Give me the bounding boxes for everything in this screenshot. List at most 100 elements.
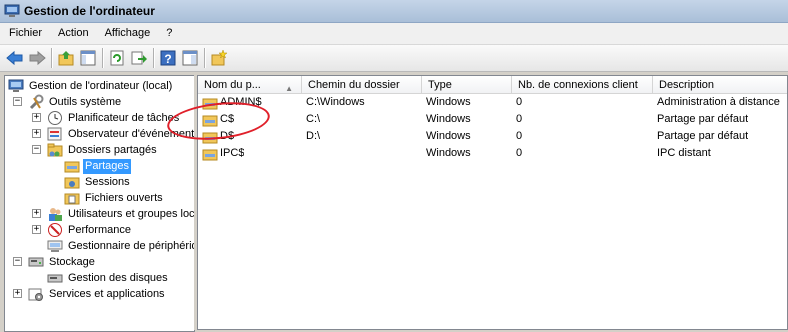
share-description: Administration à distance [657,96,780,108]
clock-icon [48,111,62,125]
share-icon [202,149,218,161]
tree-label: Stockage [49,255,95,268]
title-bar: Gestion de l'ordinateur [0,0,788,23]
tree-label: Fichiers ouverts [85,191,163,204]
tree-label-selected: Partages [83,158,132,174]
share-type: Windows [426,130,471,142]
forward-icon [29,50,46,66]
computer-management-icon [4,4,20,17]
share-connections: 0 [516,113,523,125]
tree-item-performance[interactable]: Performance [47,222,133,238]
tree-item-task-scheduler[interactable]: Planificateur de tâches [47,110,181,126]
tree-label: Sessions [85,175,130,188]
help-button[interactable]: ? [157,47,179,69]
svg-text:?: ? [164,52,171,66]
expand-toggle[interactable]: + [32,113,41,122]
column-header-connections[interactable]: Nb. de connexions client [512,76,653,94]
collapse-toggle[interactable]: − [32,145,41,154]
tree-label: Utilisateurs et groupes locaux [68,207,195,220]
tree-item-device-manager[interactable]: Gestionnaire de périphériques [47,238,194,254]
tree-label: Observateur d'événements [68,127,195,140]
event-viewer-icon [47,127,62,141]
tree-item-local-users[interactable]: Utilisateurs et groupes locaux [47,206,195,222]
menu-bar: Fichier Action Affichage ? [0,23,788,45]
help-icon: ? [160,50,176,66]
column-header-path[interactable]: Chemin du dossier [302,76,422,94]
refresh-icon [110,50,124,66]
new-share-button[interactable] [208,47,230,69]
share-name: ADMIN$ [220,96,262,108]
export-icon [131,51,147,65]
share-name: IPC$ [220,147,245,159]
menu-action[interactable]: Action [51,24,96,43]
tree-label: Services et applications [49,287,165,300]
toolbar-separator [204,48,205,68]
computer-management-icon [8,79,24,92]
export-button[interactable] [128,47,150,69]
tree-label: Gestionnaire de périphériques [68,239,194,252]
menu-fichier[interactable]: Fichier [2,24,49,43]
tree-item-shares[interactable]: Partages [64,158,132,174]
menu-affichage[interactable]: Affichage [98,24,158,43]
shared-folder-icon [47,143,63,157]
share-type: Windows [426,147,471,159]
collapse-toggle[interactable]: − [13,97,22,106]
tree-item-event-viewer[interactable]: Observateur d'événements [47,126,195,142]
refresh-button[interactable] [106,47,128,69]
device-manager-icon [47,240,63,252]
tree-item-storage[interactable]: Stockage [28,254,97,270]
collapse-toggle[interactable]: − [13,257,22,266]
column-header-name[interactable]: Nom du p... ▲ [198,76,302,94]
tree-item-system-tools[interactable]: Outils système [28,94,123,110]
navigation-tree: Gestion de l'ordinateur (local) − Outils… [4,75,195,332]
column-header-description[interactable]: Description [653,76,787,94]
toolbar: ? [0,45,788,72]
share-name: D$ [220,130,235,142]
up-icon [58,51,74,66]
menu-help[interactable]: ? [159,24,179,43]
expand-toggle[interactable]: + [13,289,22,298]
toolbar-separator [51,48,52,68]
tree-item-open-files[interactable]: Fichiers ouverts [64,190,165,206]
expand-toggle[interactable]: + [32,225,41,234]
share-type: Windows [426,96,471,108]
share-description: Partage par défaut [657,130,749,142]
share-icon [202,98,218,110]
tree-item-root[interactable]: Gestion de l'ordinateur (local) [8,78,174,94]
up-button[interactable] [55,47,77,69]
back-button[interactable] [4,47,26,69]
show-hide-tree-button[interactable] [77,47,99,69]
tree-item-services-apps[interactable]: Services et applications [28,286,167,302]
show-hide-tree-icon [80,50,96,66]
properties-icon [182,50,198,66]
share-description: Partage par défaut [657,113,749,125]
share-type: Windows [426,113,471,125]
forward-button[interactable] [26,47,48,69]
expand-toggle[interactable]: + [32,209,41,218]
disk-management-icon [47,274,63,283]
share-icon [202,132,218,144]
open-files-icon [64,193,80,205]
expand-toggle[interactable]: + [32,129,41,138]
back-icon [6,50,23,66]
tree-label: Outils système [49,95,122,108]
properties-button[interactable] [179,47,201,69]
shares-list: Nom du p... ▲ Chemin du dossier Type Nb.… [197,75,788,330]
share-path: C:\Windows [306,96,365,108]
sessions-icon [64,177,80,189]
window-title: Gestion de l'ordinateur [24,4,155,18]
toolbar-separator [102,48,103,68]
toolbar-separator [153,48,154,68]
column-header-label: Nom du p... [204,79,261,91]
column-header-type[interactable]: Type [422,76,512,94]
tree-item-shared-folders[interactable]: Dossiers partagés [47,142,159,158]
tree-label: Performance [68,223,131,236]
share-connections: 0 [516,96,523,108]
share-connections: 0 [516,147,523,159]
performance-icon [48,223,62,237]
tree-label: Planificateur de tâches [68,111,180,124]
tree-item-disk-management[interactable]: Gestion des disques [47,270,170,286]
tree-item-sessions[interactable]: Sessions [64,174,132,190]
tree-label: Dossiers partagés [68,143,157,156]
share-description: IPC distant [657,147,711,159]
